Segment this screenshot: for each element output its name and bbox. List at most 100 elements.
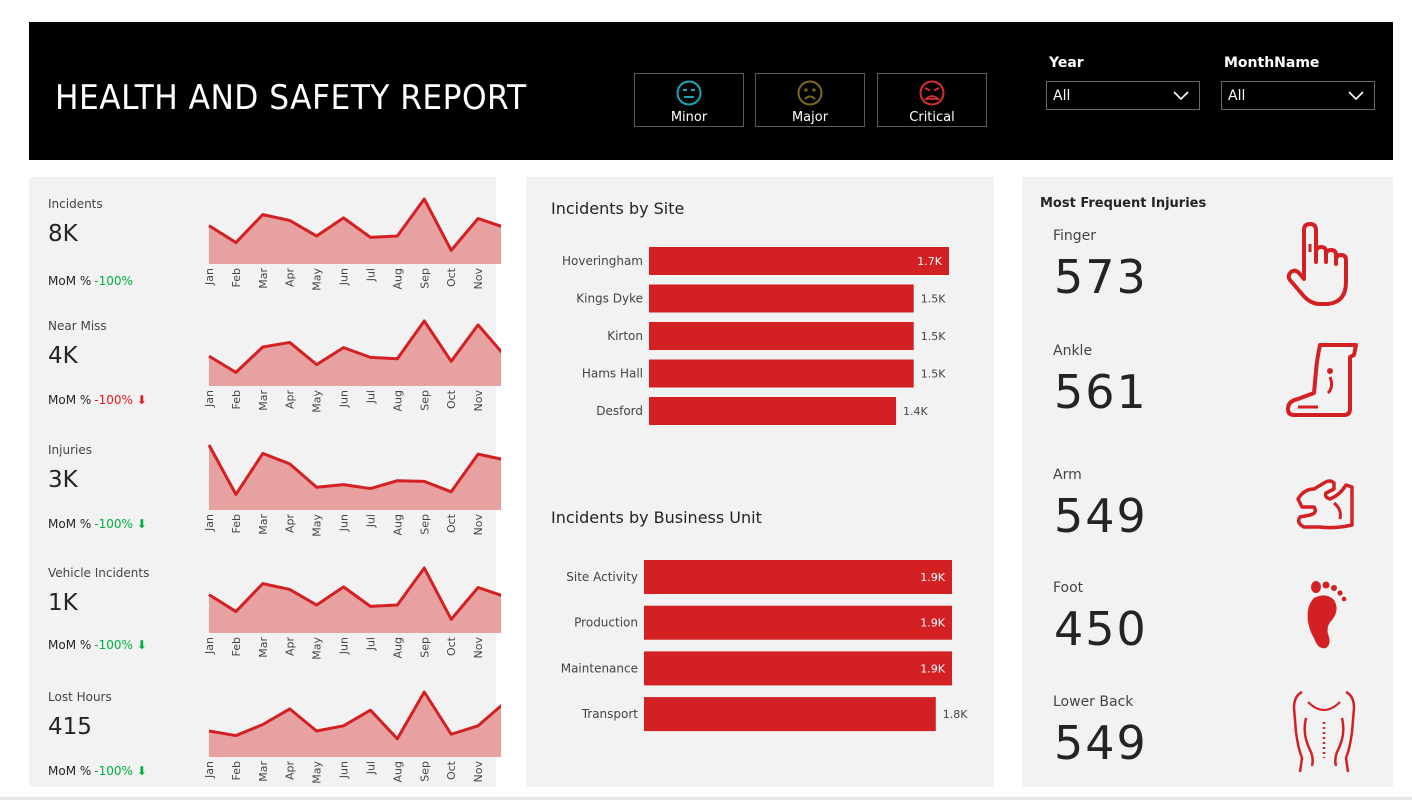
lower-back-icon xyxy=(1292,690,1356,773)
mom-label: MoM % xyxy=(48,517,92,531)
bar-value-label: 1.8K xyxy=(943,708,968,721)
month-tick-label: Dec xyxy=(499,761,501,782)
month-tick-label: Nov xyxy=(472,637,485,659)
month-tick-label: Feb xyxy=(230,761,243,780)
month-tick-label: Dec xyxy=(499,637,501,658)
kpi-name: Lost Hours xyxy=(48,690,112,704)
month-tick-label: Mar xyxy=(257,390,270,411)
mom-label: MoM % xyxy=(48,274,92,288)
kpi-injuries: Injuries 3K MoM % -100% ⬇ Jan Feb Mar Apr May… xyxy=(29,443,501,563)
month-slicer-dropdown[interactable]: All xyxy=(1221,81,1375,110)
bar[interactable] xyxy=(649,322,914,350)
kpi-mom: MoM % -100% ⬇ xyxy=(48,393,147,407)
bar[interactable] xyxy=(644,560,952,594)
arrow-down-icon: ⬇ xyxy=(136,638,147,652)
kpi-name: Near Miss xyxy=(48,319,107,333)
sparkline-area xyxy=(209,445,501,510)
sparkline-area xyxy=(209,692,501,757)
sparkline-area xyxy=(209,568,501,633)
month-tick-label: Mar xyxy=(257,761,270,782)
injuries-panel: Most Frequent Injuries Finger 573 Ankle … xyxy=(1022,177,1393,787)
arrow-down-icon: ⬇ xyxy=(136,764,147,778)
incidents-by-site-chart: Hoveringham 1.7K Kings Dyke 1.5K Kirton 1.5K H… xyxy=(562,247,949,425)
kpi-mom: MoM % -100% ⬇ xyxy=(48,764,147,778)
foot-ankle-icon xyxy=(1286,343,1358,417)
month-tick-label: Jul xyxy=(364,268,377,282)
critical-filter-button[interactable]: Critical xyxy=(877,73,987,127)
bar[interactable] xyxy=(649,359,914,388)
month-tick-label: Feb xyxy=(230,514,243,533)
kpi-lost-hours: Lost Hours 415 MoM % -100% ⬇ Jan Feb Mar Apr… xyxy=(29,690,501,800)
month-tick-label: Aug xyxy=(391,268,404,289)
business-unit-chart-title: Incidents by Business Unit xyxy=(551,508,762,527)
month-tick-label: May xyxy=(311,390,324,413)
neutral-face-icon xyxy=(676,80,702,106)
mom-value: -100% xyxy=(94,274,133,288)
bar[interactable] xyxy=(644,605,952,640)
kpi-name: Vehicle Incidents xyxy=(48,566,150,580)
mom-label: MoM % xyxy=(48,393,92,407)
injury-name: Ankle xyxy=(1053,343,1093,359)
injury-name: Lower Back xyxy=(1053,694,1134,710)
sparkline-incidents: Jan Feb Mar Apr May Jun Jul Aug Sep Oct Nov Dec xyxy=(203,197,501,291)
month-tick-label: Sep xyxy=(418,514,431,535)
injury-arm: Arm 549 xyxy=(1022,467,1393,579)
month-tick-label: Apr xyxy=(284,761,297,781)
injury-value: 561 xyxy=(1054,365,1148,419)
mom-label: MoM % xyxy=(48,764,92,778)
month-tick-label: Apr xyxy=(284,637,297,657)
month-tick-label: Nov xyxy=(472,268,485,290)
month-tick-label: Oct xyxy=(445,760,458,780)
kpi-vehicle-incidents: Vehicle Incidents 1K MoM % -100% ⬇ Jan Feb… xyxy=(29,566,501,686)
sad-face-icon xyxy=(797,80,823,106)
pointing-hand-icon xyxy=(1286,222,1348,306)
mom-value: -100% xyxy=(94,517,133,531)
header-bar: HEALTH AND SAFETY REPORT Minor Major Cri… xyxy=(29,22,1393,160)
major-label: Major xyxy=(791,110,829,125)
sparkline-injuries: Jan Feb Mar Apr May Jun Jul Aug Sep Oct Nov Dec xyxy=(203,444,501,537)
year-slicer-dropdown[interactable]: All xyxy=(1046,81,1200,110)
mom-value: -100% xyxy=(94,638,133,652)
month-tick-label: Sep xyxy=(418,268,431,289)
month-tick-label: Dec xyxy=(499,268,501,289)
month-tick-label: Feb xyxy=(230,637,243,656)
month-tick-label: Oct xyxy=(445,513,458,533)
kpi-mom: MoM % -100% ⬇ xyxy=(48,517,147,531)
month-tick-label: Apr xyxy=(284,390,297,410)
minor-filter-button[interactable]: Minor xyxy=(634,73,744,127)
sparkline-near-miss: Jan Feb Mar Apr May Jun Jul Aug Sep Oct Nov Dec xyxy=(203,319,501,413)
bar[interactable] xyxy=(649,247,949,275)
month-tick-label: Sep xyxy=(418,761,431,782)
bar-value-label: 1.9K xyxy=(920,662,945,675)
bar-value-label: 1.5K xyxy=(921,330,946,343)
month-tick-label: Aug xyxy=(391,761,404,782)
injury-foot: Foot 450 xyxy=(1022,580,1393,692)
bar[interactable] xyxy=(649,284,914,313)
injury-lower-back: Lower Back 549 xyxy=(1022,690,1393,800)
bar-value-label: 1.4K xyxy=(903,405,928,418)
sparkline-vehicle-incidents: Jan Feb Mar Apr May Jun Jul Aug Sep Oct Nov Dec xyxy=(203,566,501,660)
bar-category-label: Transport xyxy=(581,707,639,721)
footprint-icon xyxy=(1307,581,1347,649)
month-tick-label: Aug xyxy=(391,390,404,411)
bar[interactable] xyxy=(644,651,952,686)
month-tick-label: Aug xyxy=(391,637,404,658)
month-tick-label: Oct xyxy=(445,389,458,409)
minor-label: Minor xyxy=(670,110,708,125)
arrow-down-icon: ⬇ xyxy=(136,393,147,407)
month-tick-label: Jun xyxy=(338,514,351,532)
bar-category-label: Desford xyxy=(596,404,643,418)
kpi-value: 3K xyxy=(48,467,78,493)
bar[interactable] xyxy=(644,697,936,732)
kpi-mom: MoM % -100% xyxy=(48,274,133,288)
month-tick-label: Apr xyxy=(284,268,297,288)
month-tick-label: Dec xyxy=(499,514,501,535)
major-filter-button[interactable]: Major xyxy=(755,73,865,127)
month-tick-label: Jul xyxy=(364,390,377,404)
bar-value-label: 1.5K xyxy=(921,368,946,381)
kpi-near-miss: Near Miss 4K MoM % -100% ⬇ Jan Feb Mar Apr Ma… xyxy=(29,319,501,439)
bar-category-label: Kirton xyxy=(607,329,643,343)
month-tick-label: Mar xyxy=(257,514,270,535)
bar[interactable] xyxy=(649,397,897,425)
chevron-down-icon xyxy=(1173,91,1189,101)
